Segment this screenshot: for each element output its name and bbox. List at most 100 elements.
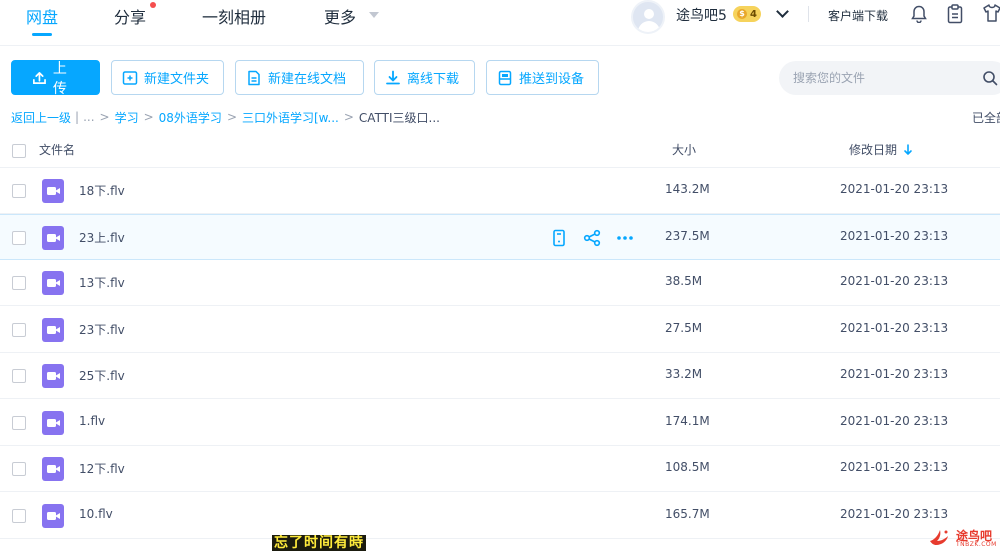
row-checkbox[interactable] bbox=[12, 231, 26, 245]
phone-icon[interactable] bbox=[550, 229, 568, 247]
breadcrumb-item[interactable]: 学习 bbox=[115, 109, 139, 126]
file-size: 27.5M bbox=[665, 321, 703, 335]
vip-level: 4 bbox=[750, 8, 757, 20]
column-header-date-label: 修改日期 bbox=[849, 143, 898, 157]
upload-button[interactable]: 上传 bbox=[11, 60, 100, 97]
offline-download-label: 离线下载 bbox=[407, 72, 460, 87]
shirt-icon[interactable] bbox=[983, 3, 1000, 23]
vip-badge[interactable]: $ 4 bbox=[733, 6, 761, 22]
row-checkbox[interactable] bbox=[12, 184, 26, 198]
table-row[interactable]: 1.flv 174.1M 2021-01-20 23:13 bbox=[0, 400, 1000, 446]
row-checkbox[interactable] bbox=[12, 462, 26, 476]
file-name[interactable]: 12下.flv bbox=[79, 460, 125, 477]
new-online-doc-button[interactable]: 新建在线文档 bbox=[235, 60, 364, 95]
file-name[interactable]: 13下.flv bbox=[79, 274, 125, 291]
bell-icon[interactable] bbox=[911, 5, 927, 23]
file-size: 174.1M bbox=[665, 414, 710, 428]
tab-more[interactable]: 更多 bbox=[324, 4, 356, 28]
download-icon bbox=[386, 70, 400, 84]
more-caret-icon[interactable] bbox=[369, 12, 379, 18]
divider bbox=[808, 6, 809, 22]
breadcrumb-item[interactable]: 08外语学习 bbox=[159, 109, 222, 126]
video-file-icon bbox=[42, 271, 64, 295]
folder-plus-icon bbox=[122, 70, 138, 85]
column-header-size[interactable]: 大小 bbox=[672, 141, 696, 158]
coin-icon: $ bbox=[737, 9, 747, 19]
notification-dot bbox=[150, 2, 156, 8]
client-download-link[interactable]: 客户端下载 bbox=[828, 7, 888, 24]
file-size: 237.5M bbox=[665, 229, 710, 243]
share-icon[interactable] bbox=[583, 229, 601, 247]
table-row[interactable]: 23下.flv 27.5M 2021-01-20 23:13 bbox=[0, 307, 1000, 353]
file-date: 2021-01-20 23:13 bbox=[840, 367, 949, 381]
column-header-date[interactable]: 修改日期 bbox=[849, 141, 913, 158]
row-checkbox[interactable] bbox=[12, 416, 26, 430]
chevron-down-icon[interactable] bbox=[776, 5, 789, 18]
file-size: 38.5M bbox=[665, 274, 703, 288]
file-date: 2021-01-20 23:13 bbox=[840, 321, 949, 335]
arrow-down-icon[interactable] bbox=[903, 143, 913, 156]
search-input[interactable] bbox=[793, 69, 973, 87]
upload-label: 上传 bbox=[52, 60, 67, 97]
file-size: 143.2M bbox=[665, 182, 710, 196]
file-name[interactable]: 23上.flv bbox=[79, 229, 125, 246]
video-file-icon bbox=[42, 179, 64, 203]
column-header-name[interactable]: 文件名 bbox=[39, 141, 75, 158]
video-file-icon bbox=[42, 226, 64, 250]
table-row[interactable]: 13下.flv 38.5M 2021-01-20 23:13 bbox=[0, 260, 1000, 306]
file-name[interactable]: 23下.flv bbox=[79, 321, 125, 338]
watermark: 途鸟吧 TNBZK.COM bbox=[928, 525, 998, 549]
table-row[interactable]: 12下.flv 108.5M 2021-01-20 23:13 bbox=[0, 446, 1000, 492]
file-name[interactable]: 10.flv bbox=[79, 507, 113, 521]
breadcrumb: 返回上一级 | ... > 学习 > 08外语学习 > 三口外语学习[w... … bbox=[11, 109, 440, 126]
video-subtitle-overlay: 忘了时间有時 bbox=[272, 535, 366, 551]
new-online-doc-label: 新建在线文档 bbox=[268, 72, 347, 87]
file-date: 2021-01-20 23:13 bbox=[840, 507, 949, 521]
breadcrumb-item[interactable]: 三口外语学习[w... bbox=[242, 109, 339, 126]
file-name[interactable]: 25下.flv bbox=[79, 367, 125, 384]
file-size: 33.2M bbox=[665, 367, 703, 381]
file-size: 108.5M bbox=[665, 460, 710, 474]
back-link[interactable]: 返回上一级 bbox=[11, 109, 71, 126]
file-date: 2021-01-20 23:13 bbox=[840, 460, 949, 474]
file-name[interactable]: 1.flv bbox=[79, 414, 105, 428]
table-row[interactable]: 18下.flv 143.2M 2021-01-20 23:13 bbox=[0, 168, 1000, 214]
search-box bbox=[779, 61, 1000, 95]
bird-logo-icon bbox=[930, 530, 948, 545]
row-checkbox[interactable] bbox=[12, 276, 26, 290]
tab-photo-album[interactable]: 一刻相册 bbox=[202, 4, 266, 28]
table-row[interactable]: 25下.flv 33.2M 2021-01-20 23:13 bbox=[0, 353, 1000, 399]
row-actions bbox=[550, 229, 634, 247]
active-tab-indicator bbox=[32, 33, 52, 36]
push-to-device-label: 推送到设备 bbox=[519, 72, 585, 87]
top-nav: 网盘 分享 一刻相册 更多 途鸟吧5 $ 4 客户端下载 bbox=[0, 0, 1000, 46]
row-checkbox[interactable] bbox=[12, 369, 26, 383]
select-all-checkbox[interactable] bbox=[12, 144, 26, 158]
table-row[interactable]: 23上.flv 237.5M 2021-01-20 23:13 bbox=[0, 214, 1000, 260]
table-row[interactable]: 10.flv 165.7M 2021-01-20 23:13 bbox=[0, 493, 1000, 539]
clipboard-icon[interactable] bbox=[947, 4, 963, 24]
video-file-icon bbox=[42, 504, 64, 528]
breadcrumb-divider: | bbox=[75, 110, 80, 124]
offline-download-button[interactable]: 离线下载 bbox=[374, 60, 475, 95]
file-name[interactable]: 18下.flv bbox=[79, 182, 125, 199]
row-checkbox[interactable] bbox=[12, 509, 26, 523]
new-folder-label: 新建文件夹 bbox=[144, 72, 210, 87]
tab-share[interactable]: 分享 bbox=[114, 4, 146, 28]
toolbar: 上传 新建文件夹 新建在线文档 离线下载 推送到设备 bbox=[0, 58, 1000, 98]
breadcrumb-ellipsis[interactable]: ... bbox=[83, 110, 94, 124]
push-to-device-button[interactable]: 推送到设备 bbox=[486, 60, 599, 95]
file-date: 2021-01-20 23:13 bbox=[840, 182, 949, 196]
avatar[interactable] bbox=[631, 0, 665, 34]
username[interactable]: 途鸟吧5 bbox=[676, 5, 727, 25]
watermark-subtext: TNBZK.COM bbox=[956, 541, 997, 548]
tab-netdisk[interactable]: 网盘 bbox=[26, 4, 58, 28]
file-date: 2021-01-20 23:13 bbox=[840, 274, 949, 288]
document-icon bbox=[248, 70, 260, 85]
row-checkbox[interactable] bbox=[12, 323, 26, 337]
new-folder-button[interactable]: 新建文件夹 bbox=[111, 60, 224, 95]
table-header: 文件名 大小 修改日期 bbox=[0, 136, 1000, 168]
breadcrumb-current: CATTI三级口... bbox=[358, 110, 440, 125]
more-icon[interactable] bbox=[616, 229, 634, 247]
search-icon[interactable] bbox=[982, 70, 998, 86]
